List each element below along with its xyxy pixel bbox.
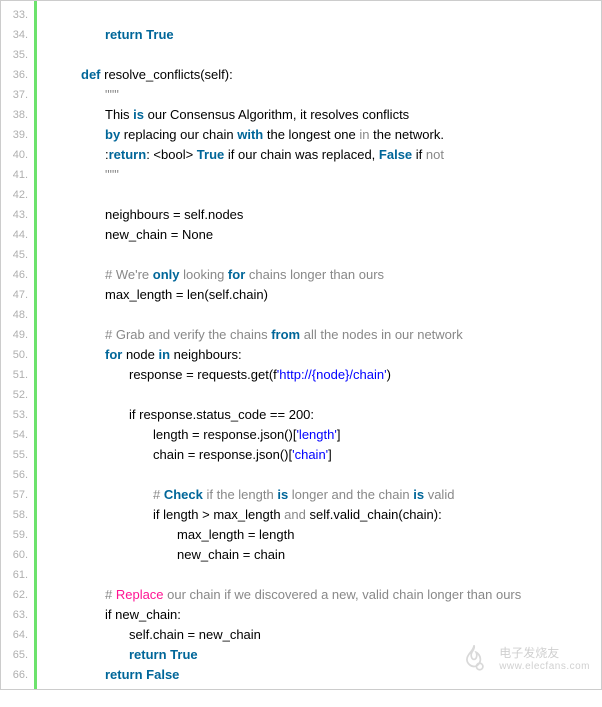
code-line: # We're only looking for chains longer t… (37, 265, 601, 285)
line-number: 34. (1, 25, 34, 45)
line-number: 46. (1, 265, 34, 285)
code-line: return True (37, 25, 601, 45)
line-number: 36. (1, 65, 34, 85)
code-line: # Check if the length is longer and the … (37, 485, 601, 505)
code-block: 33. 34. 35. 36. 37. 38. 39. 40. 41. 42. … (0, 0, 602, 690)
code-line (37, 305, 601, 325)
line-number: 48. (1, 305, 34, 325)
line-number: 64. (1, 625, 34, 645)
line-number: 39. (1, 125, 34, 145)
line-number: 56. (1, 465, 34, 485)
line-number: 35. (1, 45, 34, 65)
code-line (37, 45, 601, 65)
line-number: 63. (1, 605, 34, 625)
code-line (37, 385, 601, 405)
code-line: chain = response.json()['chain'] (37, 445, 601, 465)
code-line: if length > max_length and self.valid_ch… (37, 505, 601, 525)
code-line: :return: <bool> True if our chain was re… (37, 145, 601, 165)
code-line: length = response.json()['length'] (37, 425, 601, 445)
line-number: 60. (1, 545, 34, 565)
code-line: if new_chain: (37, 605, 601, 625)
line-number: 58. (1, 505, 34, 525)
line-number: 61. (1, 565, 34, 585)
code-line (37, 565, 601, 585)
code-line: by replacing our chain with the longest … (37, 125, 601, 145)
line-number: 43. (1, 205, 34, 225)
code-line: neighbours = self.nodes (37, 205, 601, 225)
line-number: 45. (1, 245, 34, 265)
code-line: # Grab and verify the chains from all th… (37, 325, 601, 345)
line-number-gutter: 33. 34. 35. 36. 37. 38. 39. 40. 41. 42. … (1, 1, 37, 689)
line-number: 57. (1, 485, 34, 505)
code-content: return True def resolve_conflicts(self):… (37, 1, 601, 689)
code-line: return False (37, 665, 601, 685)
line-number: 55. (1, 445, 34, 465)
line-number: 33. (1, 5, 34, 25)
code-line: self.chain = new_chain (37, 625, 601, 645)
code-line: This is our Consensus Algorithm, it reso… (37, 105, 601, 125)
line-number: 62. (1, 585, 34, 605)
code-line (37, 245, 601, 265)
code-line: def resolve_conflicts(self): (37, 65, 601, 85)
line-number: 66. (1, 665, 34, 685)
code-line: for node in neighbours: (37, 345, 601, 365)
line-number: 37. (1, 85, 34, 105)
code-line: response = requests.get(f'http://{node}/… (37, 365, 601, 385)
line-number: 53. (1, 405, 34, 425)
code-line: max_length = length (37, 525, 601, 545)
line-number: 49. (1, 325, 34, 345)
line-number: 47. (1, 285, 34, 305)
code-line: new_chain = chain (37, 545, 601, 565)
code-line: """ (37, 165, 601, 185)
code-line (37, 5, 601, 25)
line-number: 54. (1, 425, 34, 445)
line-number: 52. (1, 385, 34, 405)
code-line: if response.status_code == 200: (37, 405, 601, 425)
line-number: 38. (1, 105, 34, 125)
line-number: 51. (1, 365, 34, 385)
line-number: 41. (1, 165, 34, 185)
code-line: """ (37, 85, 601, 105)
line-number: 59. (1, 525, 34, 545)
code-line: new_chain = None (37, 225, 601, 245)
code-line (37, 465, 601, 485)
code-line: # Replace our chain if we discovered a n… (37, 585, 601, 605)
line-number: 42. (1, 185, 34, 205)
line-number: 50. (1, 345, 34, 365)
line-number: 44. (1, 225, 34, 245)
line-number: 40. (1, 145, 34, 165)
code-line (37, 185, 601, 205)
code-line: return True (37, 645, 601, 665)
line-number: 65. (1, 645, 34, 665)
code-line: max_length = len(self.chain) (37, 285, 601, 305)
